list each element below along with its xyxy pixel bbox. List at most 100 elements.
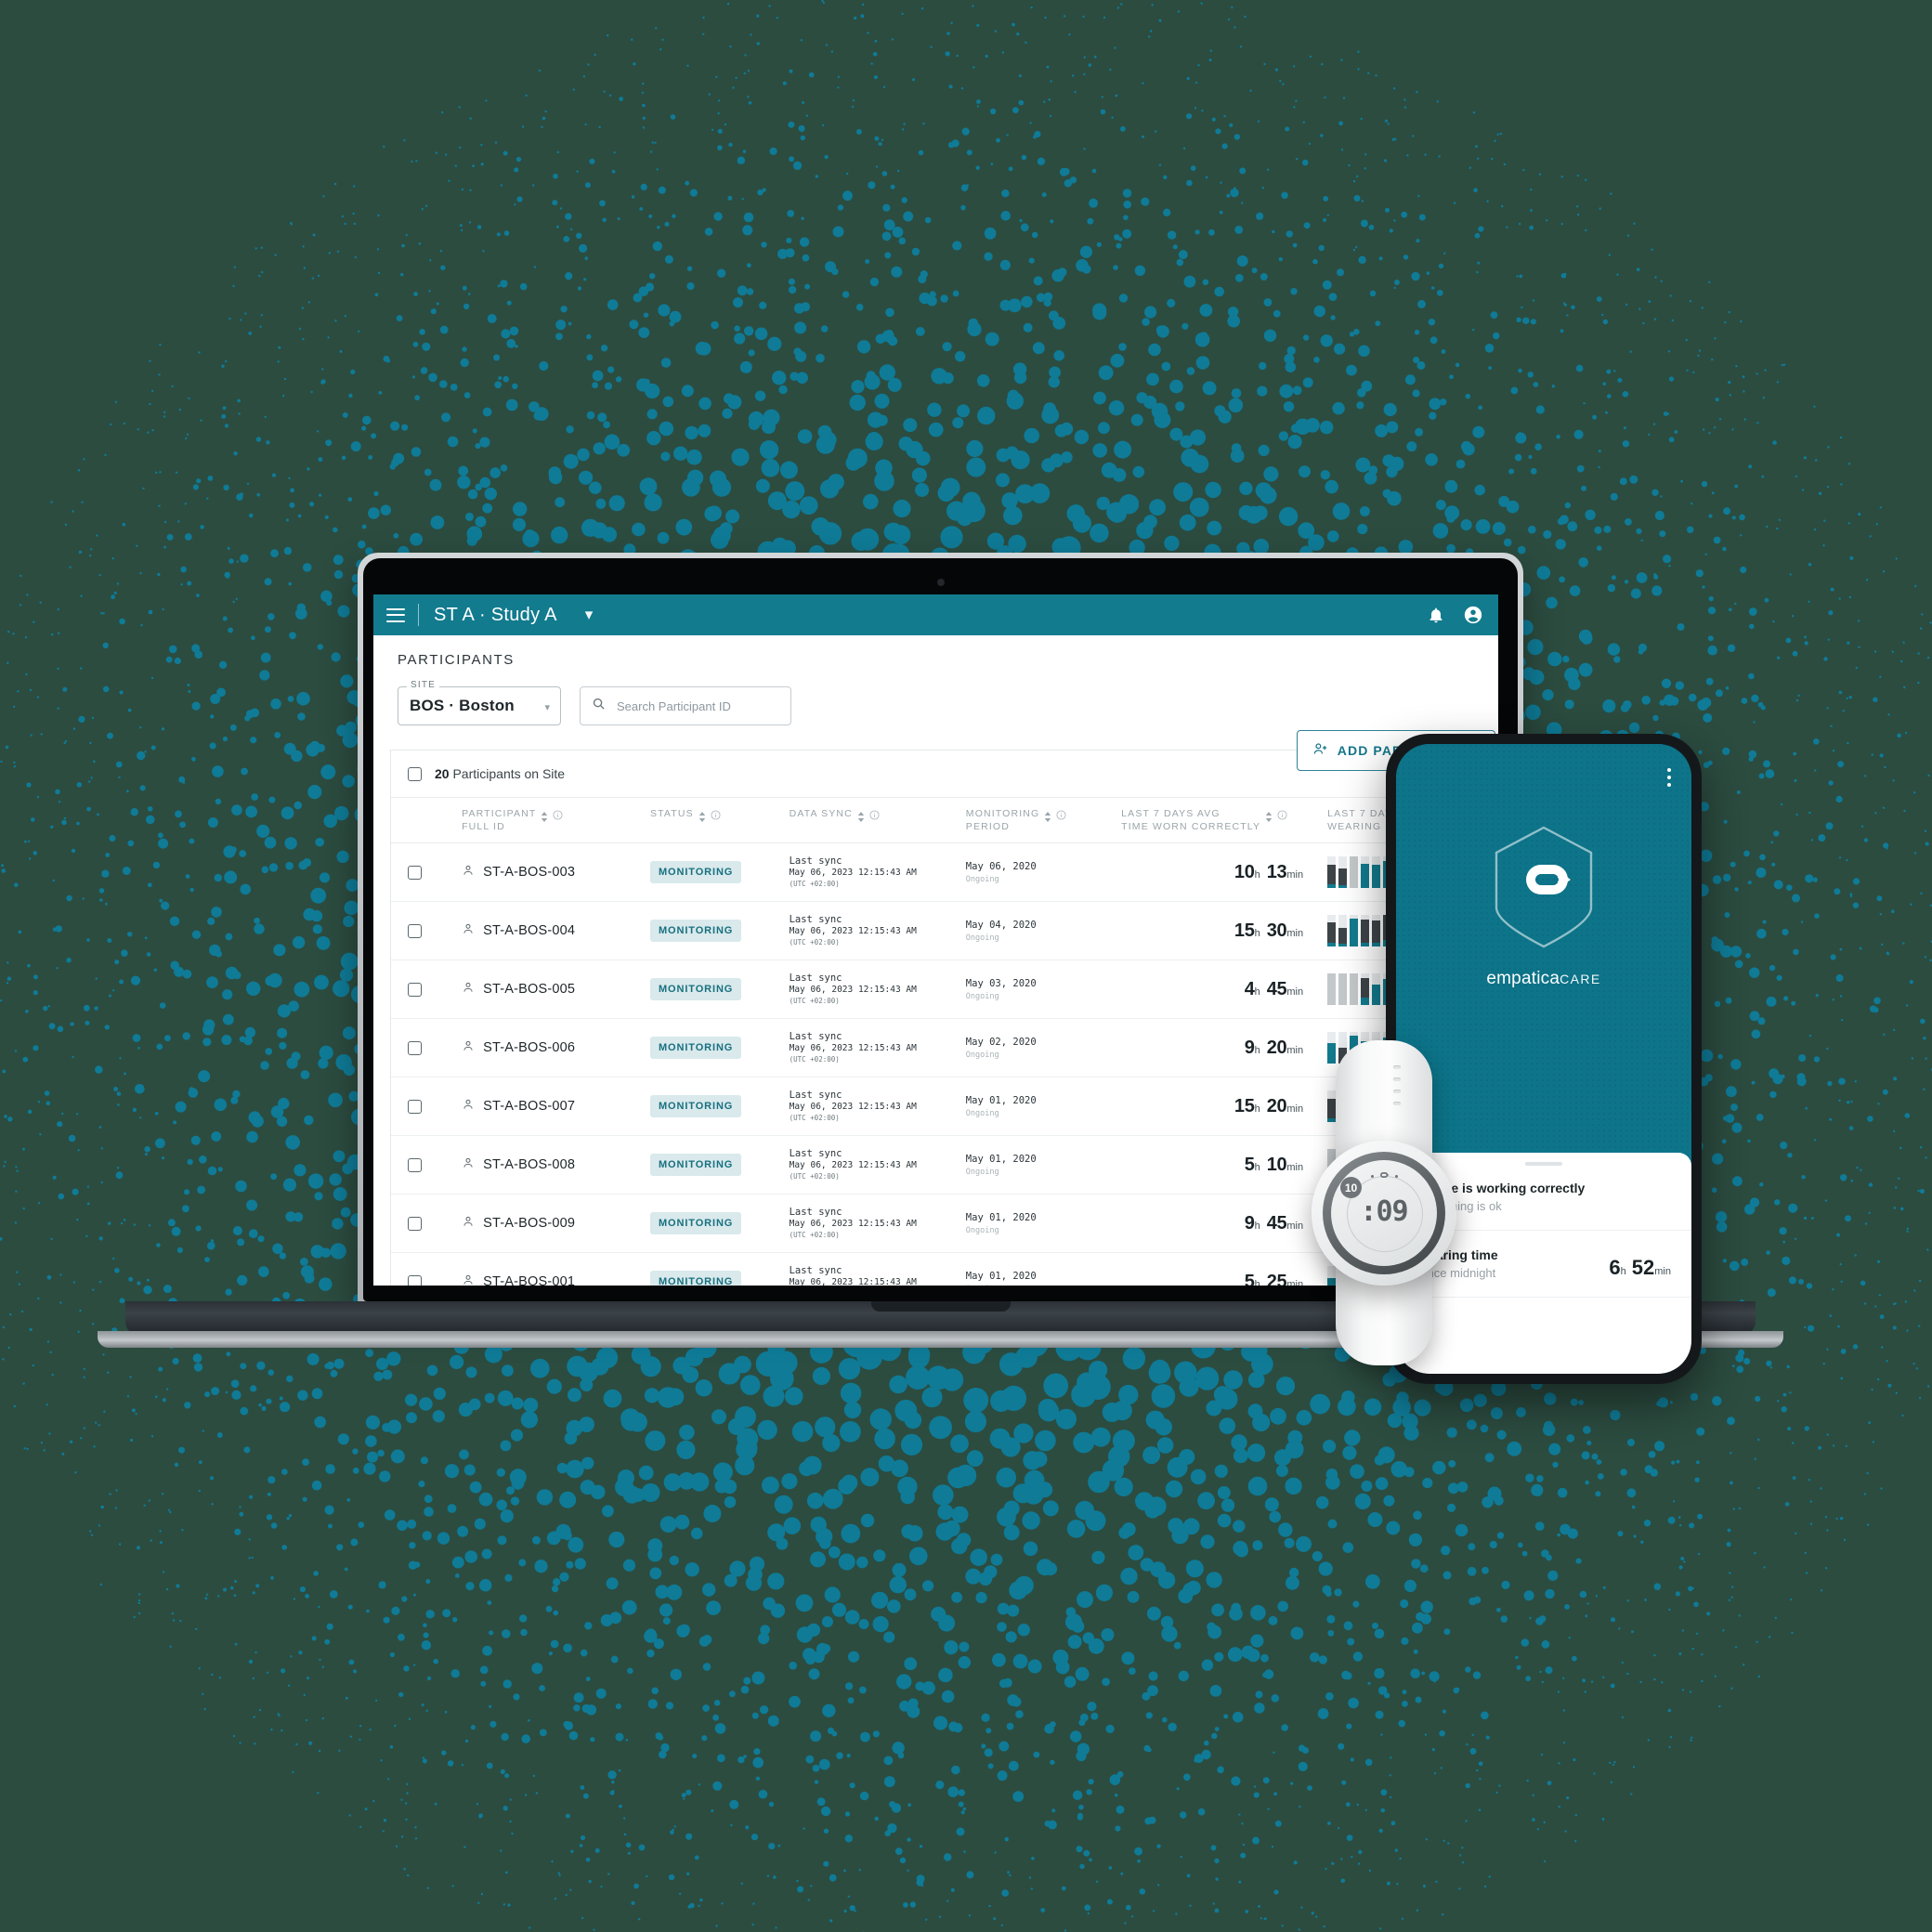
wearing-bar-day-2 [1338, 973, 1348, 1006]
more-vertical-icon[interactable] [1667, 768, 1671, 787]
hamburger-menu-icon[interactable] [386, 607, 405, 622]
sync-timezone: (UTC +02:00) [789, 996, 840, 1005]
wearing-bar-day-1 [1327, 915, 1337, 947]
worn-minutes: 20 [1266, 1095, 1287, 1116]
person-icon [462, 1098, 475, 1115]
bar-segment-dark [1338, 927, 1348, 944]
empatica-shield-icon [1495, 826, 1593, 948]
select-all-checkbox[interactable] [408, 766, 422, 781]
study-title: ST A · Study A [434, 604, 557, 625]
cell-status: MONITORING [649, 901, 790, 961]
sync-label: Last sync [789, 1265, 842, 1277]
watch-time: :09 [1360, 1195, 1408, 1228]
status-badge: MONITORING [649, 1037, 742, 1060]
search-box[interactable] [580, 686, 791, 725]
worn-minutes: 45 [1266, 1212, 1287, 1234]
sync-label: Last sync [789, 973, 842, 985]
wearing-bar-day-1 [1327, 856, 1337, 889]
status-badge: MONITORING [649, 861, 742, 884]
bar-segment-teal [1350, 919, 1359, 947]
cell-avg-time-worn: 5h 10min [1121, 1135, 1328, 1195]
row-checkbox[interactable] [408, 1274, 422, 1286]
row-checkbox[interactable] [408, 923, 422, 938]
row-checkbox[interactable] [408, 1040, 422, 1055]
wearing-hours-unit: h [1620, 1266, 1626, 1277]
account-circle-icon[interactable] [1461, 603, 1485, 627]
th-data-sync[interactable]: DATA SYNC [789, 798, 966, 844]
participants-count-label: Participants on Site [452, 766, 566, 781]
person-add-icon [1312, 741, 1328, 760]
bar-segment-teal [1327, 883, 1337, 889]
cell-data-sync: Last syncMay 06, 2023 12:15:43 AM(UTC +0… [789, 842, 966, 903]
th-avg-time-worn[interactable]: LAST 7 DAYS AVG TIME WORN CORRECTLY [1121, 798, 1328, 844]
bar-segment-teal [1372, 943, 1381, 947]
period-date: May 01, 2020 [965, 1153, 1037, 1165]
wearing-bar-day-5 [1372, 856, 1381, 889]
period-date: May 01, 2020 [965, 1094, 1037, 1106]
worn-minutes: 10 [1266, 1154, 1287, 1175]
th-participant-full-id[interactable]: PARTICIPANT FULL ID [462, 798, 650, 844]
brand-lockup: empaticaCARE [1396, 824, 1691, 989]
wearing-bar-day-3 [1350, 915, 1359, 947]
th-checkbox [391, 798, 463, 844]
table-row[interactable]: ST-A-BOS-005 MONITORING Last sync May 06, 2… [391, 959, 1481, 1020]
cell-participant-id: ST-A-BOS-001 [462, 1252, 650, 1286]
bar-segment-dark [1338, 868, 1348, 885]
site-select-value: BOS · Boston [410, 697, 515, 714]
table-row[interactable]: ST-A-BOS-004 MONITORING Last sync May 06, 2… [391, 901, 1481, 961]
bar-segment-dark [1361, 919, 1370, 943]
period-state: Ongoing [965, 991, 999, 1001]
bar-segment-teal [1338, 884, 1348, 889]
participant-id-text: ST-A-BOS-009 [483, 1216, 576, 1232]
cell-monitoring-period: May 01, 2020 Ongoing [965, 1194, 1122, 1254]
row-checkbox[interactable] [408, 982, 422, 997]
bell-icon[interactable] [1424, 603, 1448, 627]
th-label: PARTICIPANT FULL ID [462, 808, 537, 833]
sync-label: Last sync [789, 855, 842, 868]
worn-hours-unit: h [1254, 1044, 1260, 1056]
bar-segment-grey [1350, 856, 1359, 889]
row-checkbox-cell [391, 1077, 463, 1137]
wearing-bar-day-4 [1361, 973, 1370, 1006]
period-date: May 01, 2020 [965, 1270, 1037, 1282]
sync-timezone: (UTC +02:00) [789, 879, 840, 888]
worn-hours-unit: h [1254, 1161, 1260, 1173]
study-chevron-down-icon[interactable]: ▾ [585, 606, 594, 624]
th-label: MONITORING PERIOD [965, 808, 1040, 833]
sync-label: Last sync [789, 1031, 842, 1043]
row-checkbox[interactable] [408, 1216, 422, 1231]
participant-id-text: ST-A-BOS-007 [483, 1099, 576, 1115]
row-checkbox[interactable] [408, 1099, 422, 1114]
wearing-bar-day-5 [1372, 915, 1381, 947]
period-date: May 02, 2020 [965, 1036, 1037, 1048]
th-label: LAST 7 DAYS AVG TIME WORN CORRECTLY [1121, 808, 1261, 833]
status-badge: MONITORING [649, 978, 742, 1001]
participant-id-text: ST-A-BOS-004 [483, 923, 576, 939]
sync-timezone: (UTC +02:00) [789, 1230, 840, 1239]
person-icon [462, 1156, 475, 1173]
table-row[interactable]: ST-A-BOS-003 MONITORING Last sync May 06, 2… [391, 842, 1481, 903]
brand-name: empaticaCARE [1486, 969, 1600, 989]
search-input[interactable] [615, 698, 779, 714]
cell-participant-id: ST-A-BOS-009 [462, 1194, 650, 1254]
watch-bezel: 10 :09 [1323, 1152, 1445, 1274]
worn-minutes-unit: min [1286, 986, 1304, 998]
row-checkbox[interactable] [408, 1157, 422, 1172]
row-checkbox[interactable] [408, 865, 422, 880]
worn-hours: 15 [1234, 1095, 1255, 1116]
period-state: Ongoing [965, 1225, 999, 1235]
th-monitoring-period[interactable]: MONITORING PERIOD [965, 798, 1122, 844]
participants-count: 20 Participants on Site [435, 766, 565, 781]
wearing-minutes-unit: min [1654, 1266, 1671, 1277]
person-icon [462, 1215, 475, 1232]
participant-id-text: ST-A-BOS-008 [483, 1157, 576, 1173]
bar-segment-teal [1361, 863, 1370, 889]
watch-case: 10 :09 [1312, 1141, 1456, 1286]
wearing-bar-day-4 [1361, 915, 1370, 947]
worn-minutes: 45 [1266, 978, 1287, 999]
cell-participant-id: ST-A-BOS-008 [462, 1135, 650, 1195]
app-header: ST A · Study A ▾ [373, 594, 1498, 635]
th-status[interactable]: STATUS [649, 798, 790, 844]
row-checkbox-cell [391, 1135, 463, 1195]
site-select[interactable]: SITE BOS · Boston ▾ [398, 680, 561, 725]
